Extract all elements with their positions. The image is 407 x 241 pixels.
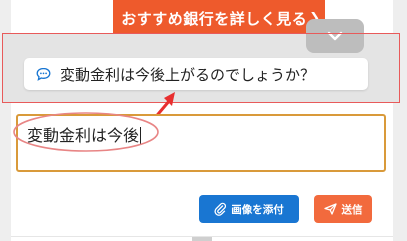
suggestion-item[interactable]: 変動金利は今後上がるのでしょうか？: [24, 58, 368, 90]
message-input[interactable]: 変動金利は今後: [16, 114, 386, 172]
paper-plane-icon: [323, 203, 337, 215]
message-input-value: 変動金利は今後: [27, 126, 142, 145]
send-button[interactable]: 送信: [314, 195, 372, 223]
chevron-down-icon: [327, 31, 343, 41]
attach-image-label: 画像を添付: [231, 203, 284, 216]
recommended-banks-button[interactable]: おすすめ銀行を詳しく見る ❯: [113, 0, 325, 36]
paperclip-icon: [214, 202, 227, 216]
bottom-handle: [192, 237, 212, 241]
attach-image-button[interactable]: 画像を添付: [199, 195, 299, 223]
cta-label: おすすめ銀行を詳しく見る: [121, 9, 308, 28]
chat-bubble-icon: [36, 67, 51, 81]
suggestion-text: 変動金利は今後上がるのでしょうか？: [60, 65, 316, 84]
collapse-suggestions-button[interactable]: [306, 19, 364, 53]
send-label: 送信: [341, 203, 363, 216]
